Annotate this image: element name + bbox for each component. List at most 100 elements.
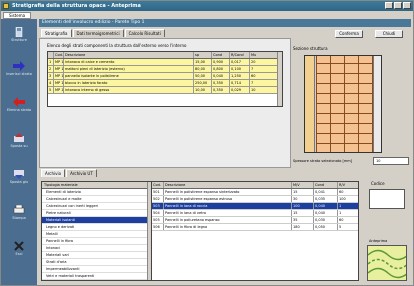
table-cell: 0,714 [230,80,250,86]
column-header[interactable]: Cond [314,182,338,188]
table-cell: 0,041 [314,189,338,195]
table-cell: 10,00 [194,87,212,93]
column-header[interactable]: M/V [292,182,314,188]
list-item[interactable]: Calcestruzzi e malte [42,196,152,203]
sidebar-item-move-down[interactable]: Sposta giu [3,167,35,195]
list-item[interactable]: Pannelli in fibra [42,238,152,245]
close-button[interactable]: Chiudi [375,30,403,38]
vertical-scrollbar[interactable] [277,52,282,106]
table-cell: 0,017 [230,59,250,65]
table-cell: 180 [292,224,314,230]
title-bar: Stratigrafia della struttura opaca - Ant… [1,1,413,11]
column-header[interactable]: Mu [250,52,264,58]
sidebar: Strutture Inserisci strato Elimina strat… [1,19,37,285]
column-header[interactable]: Cod. [54,52,64,58]
table-row[interactable]: 2 MP 106 mattoni pieni di laterizio (est… [48,66,282,73]
list-item[interactable]: Impermeabilizzanti [42,266,152,273]
table-cell: 15,00 [194,59,212,65]
column-header[interactable]: Cond [212,52,230,58]
table-cell: intonaco di calce e cemento [64,59,194,65]
column-header[interactable]: Descrizione [164,182,292,188]
table-row[interactable]: 1 MP 108 intonaco di calce e cemento 15,… [48,59,282,66]
table-cell: 501 [152,189,164,195]
sidebar-item-move-up[interactable]: Sposta su [3,131,35,159]
table-cell: 506 [152,224,164,230]
table-cell: 0,100 [230,66,250,72]
minimize-button[interactable] [385,2,393,9]
window-title: Stratigrafia della struttura opaca - Ant… [12,3,141,9]
table-cell: 0,350 [212,80,230,86]
list-item[interactable]: Elementi di laterizio [42,189,152,196]
wall-layer-brick[interactable] [316,56,374,152]
table-cell: 50,00 [194,73,212,79]
sidebar-item-structures[interactable]: Strutture [3,25,35,53]
column-header[interactable]: Descrizione [64,52,194,58]
table-cell: Pannelli in poliuretano espanso [164,217,292,223]
menu-sistema[interactable]: Sistema [3,12,31,19]
insulation-pattern-icon [368,249,406,279]
tab-archivio[interactable]: Archivio [41,169,66,177]
table-row[interactable]: 502 Pannelli in polistirene espanso estr… [152,196,358,203]
sidebar-item-delete-layer[interactable]: Elimina strato [3,95,35,123]
close-icon [14,241,24,251]
table-cell: 0,030 [314,217,338,223]
codice-field[interactable] [369,189,405,209]
list-item[interactable]: Metalli [42,231,152,238]
list-item[interactable]: Materiali vari [42,252,152,259]
wall-layer-insulation[interactable] [305,56,315,152]
sidebar-item-insert-layer[interactable]: Inserisci strato [3,59,35,87]
column-header[interactable]: Cod. [152,182,164,188]
sidebar-item-exit[interactable]: Esci [3,239,35,267]
column-header[interactable]: sp [194,52,212,58]
table-cell: 505 [152,217,164,223]
table-cell: 7 [251,67,254,71]
table-row[interactable]: 503 Pannelli in lana di roccia 100 0,040… [152,203,358,210]
column-header[interactable]: R/V [338,182,358,188]
list-item[interactable]: Strati d'aria [42,259,152,266]
table-cell: 0,040 [212,73,230,79]
column-header[interactable]: R/Cond [230,52,250,58]
close-window-button[interactable] [403,2,411,9]
wall-layer-plaster[interactable] [373,56,381,152]
move-up-icon [14,133,24,142]
maximize-button[interactable] [394,2,402,9]
table-row[interactable]: 3 MP 105 pannello isolante in polistiren… [48,73,282,80]
tab-dati-termoigrometrici[interactable]: Dati termoigrometrici [72,29,124,37]
table-row[interactable]: 505 Pannelli in poliuretano espanso 35 0… [152,217,358,224]
menu-bar: Sistema [1,11,413,19]
table-row[interactable]: 504 Pannelli in lana di vetro 15 0,040 1 [152,210,358,217]
arrow-left-icon [13,97,25,107]
table-cell: pannello isolante in polistirene [64,73,194,79]
sidebar-item-label: Sposta giu [9,180,29,184]
table-row[interactable]: 5 MP 103 intonaco interno di gesso 10,00… [48,87,282,94]
list-item[interactable]: Pietre naturali [42,210,152,217]
table-row[interactable]: 501 Pannelli in polistirene espanso sint… [152,189,358,196]
table-cell: mattoni pieni di laterizio (esterno) [64,66,194,72]
preview-label: Anteprima [369,239,388,243]
tab-stratigrafia[interactable]: Stratigrafia [41,29,72,37]
wall-preview-title: Sezione struttura [293,46,328,51]
table-cell: MP 103 [55,87,64,93]
list-item[interactable]: Calcestruzzi con inerti leggeri [42,203,152,210]
list-item[interactable]: Materiali isolanti [42,217,152,224]
tab-archivio-ut[interactable]: Archivio UT [66,169,97,177]
tab-calcolo-risultati[interactable]: Calcolo Risultati [124,29,165,37]
app-icon [3,3,9,9]
page-title: Elementi dell'involucro edilizio - Paret… [39,19,411,27]
sidebar-item-print[interactable]: Stampa [3,203,35,231]
list-item[interactable]: Intonaci [42,245,152,252]
table-cell: 0,040 [314,203,338,209]
material-type-list: Tipologia materiale Elementi di laterizi… [41,181,153,281]
table-cell: 35 [292,217,314,223]
table-cell: blocco in laterizio forato [64,80,194,86]
table-cell: Pannelli in lana di vetro [164,210,292,216]
list-item[interactable]: Legno e derivati [42,224,152,231]
table-cell: intonaco interno di gesso [64,87,194,93]
list-item[interactable]: Vetri e materiali trasparenti [42,273,152,280]
table-row[interactable]: 506 Pannelli in fibra di legno 180 0,050… [152,224,358,231]
confirm-button[interactable]: Conferma [335,30,363,38]
thickness-field[interactable]: 10 [373,157,409,165]
table-row[interactable]: 4 MP 104 blocco in laterizio forato 250,… [48,80,282,87]
sidebar-item-label: Sposta su [10,144,28,148]
layers-panel-title: Elenco degli strati componenti la strutt… [47,43,187,48]
